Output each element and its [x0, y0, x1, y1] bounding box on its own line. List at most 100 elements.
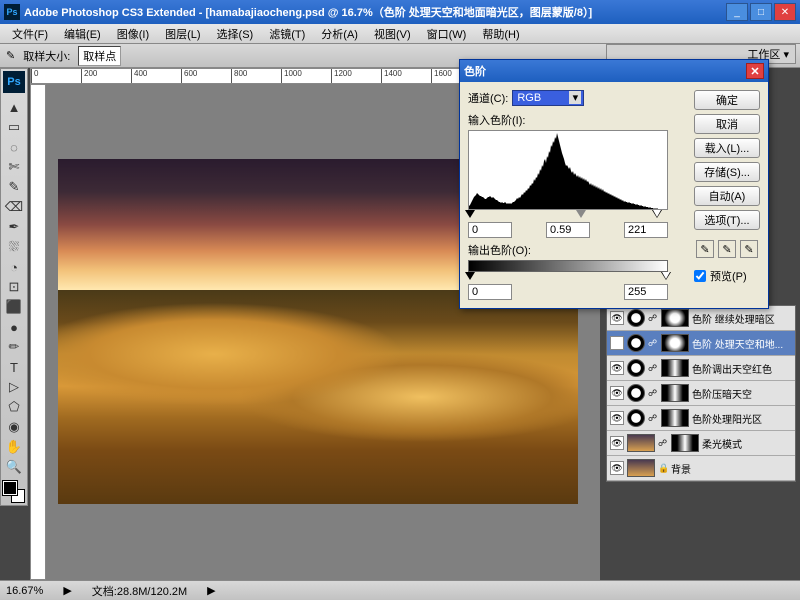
menu-item[interactable]: 视图(V) [366, 26, 419, 42]
visibility-icon[interactable]: 👁 [610, 436, 624, 450]
layer-name[interactable]: 色阶 处理天空和地... [692, 336, 792, 351]
visibility-icon[interactable]: 👁 [610, 336, 624, 350]
cancel-button[interactable]: 取消 [694, 114, 760, 134]
layer-row[interactable]: 👁☍色阶调出天空红色 [607, 356, 795, 381]
zoom-readout[interactable]: 16.67% [6, 585, 43, 597]
output-levels-label: 输出色阶(O): [468, 242, 686, 258]
adjustment-thumb[interactable] [627, 409, 645, 427]
out-white-slider[interactable] [661, 272, 671, 280]
preview-checkbox[interactable]: 预览(P) [694, 268, 760, 284]
ok-button[interactable]: 确定 [694, 90, 760, 110]
mask-thumb[interactable] [661, 334, 689, 352]
output-gradient[interactable] [468, 260, 668, 272]
menu-item[interactable]: 选择(S) [209, 26, 262, 42]
dialog-titlebar[interactable]: 色阶 ✕ [460, 60, 768, 82]
layer-row[interactable]: 👁☍柔光模式 [607, 431, 795, 456]
black-eyedropper-icon[interactable]: ✎ [696, 240, 714, 258]
maximize-button[interactable]: □ [750, 3, 772, 21]
tool-button[interactable]: ⛆ [3, 237, 25, 257]
output-white-field[interactable] [624, 284, 668, 300]
input-gamma-field[interactable] [546, 222, 590, 238]
mask-thumb[interactable] [661, 409, 689, 427]
tool-button[interactable]: ⬠ [3, 397, 25, 417]
layer-thumb[interactable] [627, 459, 655, 477]
adjustment-thumb[interactable] [627, 359, 645, 377]
input-black-field[interactable] [468, 222, 512, 238]
tool-button[interactable]: ● [3, 317, 25, 337]
layer-name[interactable]: 色阶调出天空红色 [692, 361, 792, 376]
menu-item[interactable]: 分析(A) [313, 26, 366, 42]
dialog-close-button[interactable]: ✕ [746, 63, 764, 79]
input-white-field[interactable] [624, 222, 668, 238]
tool-button[interactable]: ✏ [3, 337, 25, 357]
visibility-icon[interactable]: 👁 [610, 361, 624, 375]
menu-item[interactable]: 滤镜(T) [261, 26, 313, 42]
tool-button[interactable]: ▭ [3, 117, 25, 137]
tool-button[interactable]: ✋ [3, 437, 25, 457]
mask-thumb[interactable] [661, 384, 689, 402]
white-point-slider[interactable] [652, 210, 662, 218]
layer-name[interactable]: 色阶处理阳光区 [692, 411, 792, 426]
tool-button[interactable]: ⬛ [3, 297, 25, 317]
dialog-title: 色阶 [464, 63, 486, 79]
toolbox: Ps ▲▭◌✄✎⌫✒⛆◔⊡⬛●✏T▷⬠◉✋🔍 [0, 68, 28, 506]
adjustment-thumb[interactable] [627, 309, 645, 327]
white-eyedropper-icon[interactable]: ✎ [740, 240, 758, 258]
tool-button[interactable]: ▷ [3, 377, 25, 397]
layer-name[interactable]: 背景 [671, 461, 792, 476]
gamma-slider[interactable] [576, 210, 586, 218]
load-button[interactable]: 载入(L)... [694, 138, 760, 158]
output-sliders[interactable] [468, 272, 668, 282]
close-button[interactable]: ✕ [774, 3, 796, 21]
menu-item[interactable]: 图层(L) [157, 26, 208, 42]
menu-item[interactable]: 编辑(E) [56, 26, 109, 42]
tool-button[interactable]: ◔ [3, 257, 25, 277]
mask-thumb[interactable] [661, 309, 689, 327]
tool-button[interactable]: ▲ [3, 97, 25, 117]
menu-item[interactable]: 帮助(H) [474, 26, 527, 42]
options-button[interactable]: 选项(T)... [694, 210, 760, 230]
black-point-slider[interactable] [465, 210, 475, 218]
visibility-icon[interactable]: 👁 [610, 311, 624, 325]
layer-row[interactable]: 👁☍色阶处理阳光区 [607, 406, 795, 431]
tool-button[interactable]: ✎ [3, 177, 25, 197]
minimize-button[interactable]: _ [726, 3, 748, 21]
layer-row[interactable]: 👁☍色阶压暗天空 [607, 381, 795, 406]
save-button[interactable]: 存储(S)... [694, 162, 760, 182]
adjustment-thumb[interactable] [627, 384, 645, 402]
layer-row[interactable]: 👁☍色阶 继续处理暗区 [607, 306, 795, 331]
tool-button[interactable]: ✄ [3, 157, 25, 177]
output-black-field[interactable] [468, 284, 512, 300]
tool-button[interactable]: ◉ [3, 417, 25, 437]
layer-name[interactable]: 色阶 继续处理暗区 [692, 311, 792, 326]
layer-row[interactable]: 👁🔒背景 [607, 456, 795, 481]
adjustment-thumb[interactable] [627, 334, 645, 352]
tool-button[interactable]: ◌ [3, 137, 25, 157]
auto-button[interactable]: 自动(A) [694, 186, 760, 206]
sample-size-label: 取样大小: [23, 48, 70, 64]
mask-thumb[interactable] [671, 434, 699, 452]
channel-select[interactable]: RGB [512, 90, 584, 106]
input-sliders[interactable] [468, 210, 668, 220]
layer-name[interactable]: 色阶压暗天空 [692, 386, 792, 401]
gray-eyedropper-icon[interactable]: ✎ [718, 240, 736, 258]
fg-color-swatch[interactable] [3, 481, 17, 495]
tool-button[interactable]: T [3, 357, 25, 377]
out-black-slider[interactable] [465, 272, 475, 280]
menu-item[interactable]: 图像(I) [109, 26, 157, 42]
visibility-icon[interactable]: 👁 [610, 461, 624, 475]
color-swatches[interactable] [3, 481, 25, 503]
visibility-icon[interactable]: 👁 [610, 411, 624, 425]
layer-row[interactable]: 👁☍色阶 处理天空和地... [607, 331, 795, 356]
tool-button[interactable]: ⌫ [3, 197, 25, 217]
menu-item[interactable]: 文件(F) [4, 26, 56, 42]
sample-size-select[interactable]: 取样点 [78, 46, 121, 66]
mask-thumb[interactable] [661, 359, 689, 377]
menu-item[interactable]: 窗口(W) [419, 26, 475, 42]
tool-button[interactable]: 🔍 [3, 457, 25, 477]
visibility-icon[interactable]: 👁 [610, 386, 624, 400]
tool-button[interactable]: ⊡ [3, 277, 25, 297]
layer-name[interactable]: 柔光模式 [702, 436, 792, 451]
tool-button[interactable]: ✒ [3, 217, 25, 237]
layer-thumb[interactable] [627, 434, 655, 452]
